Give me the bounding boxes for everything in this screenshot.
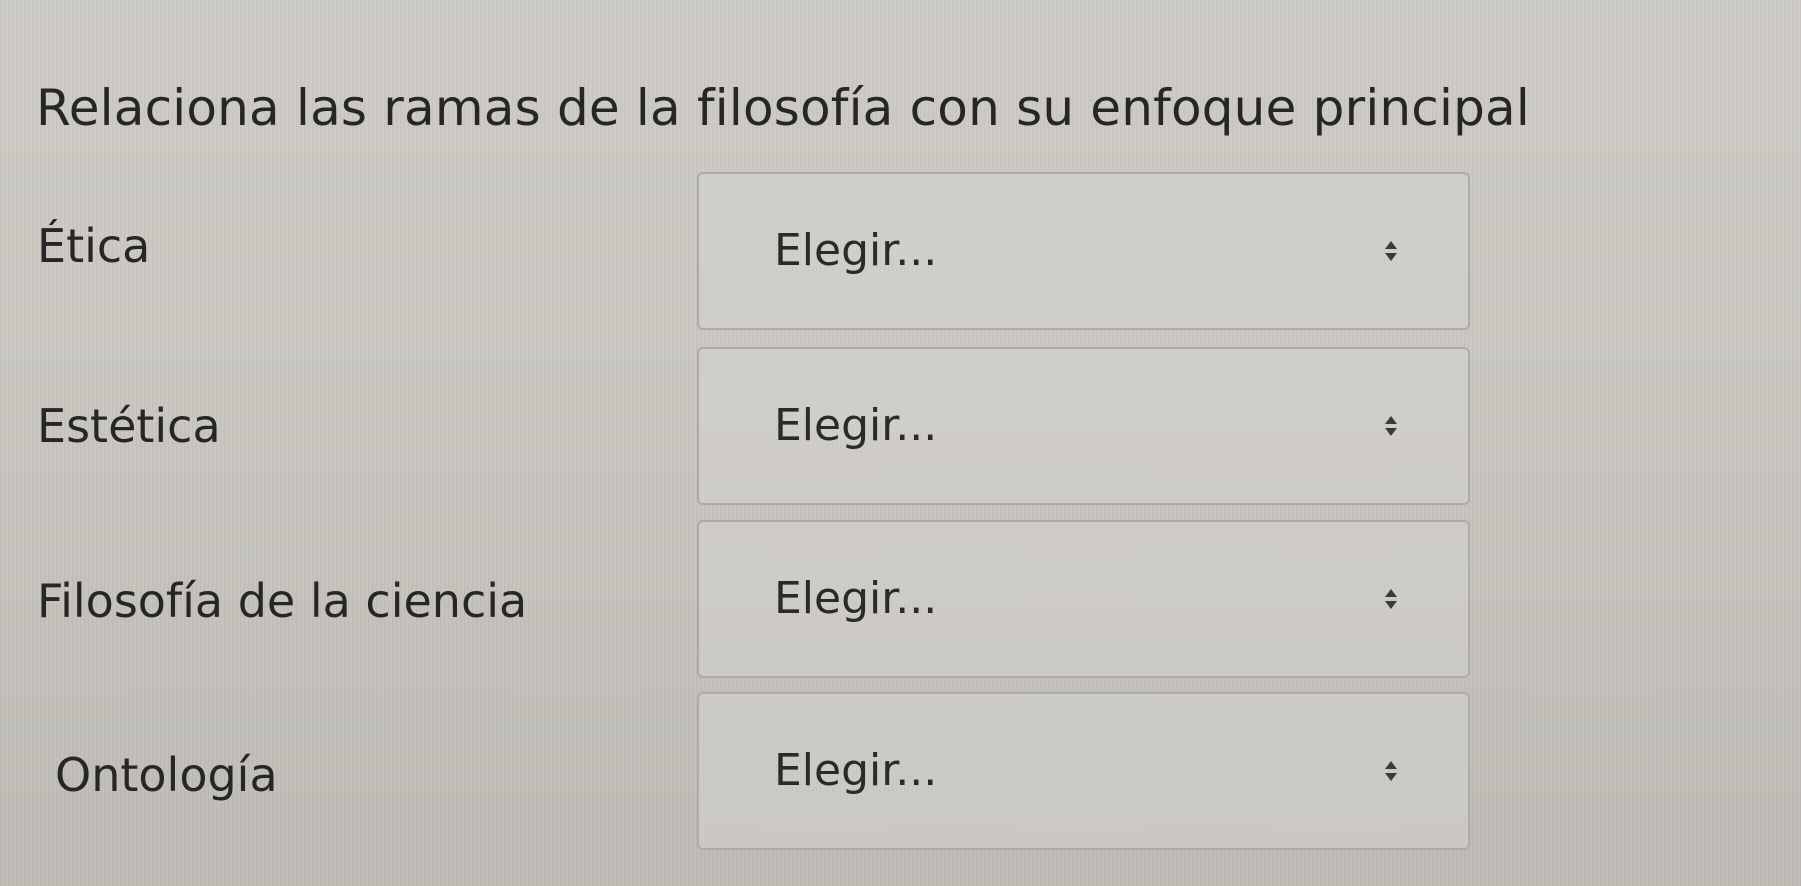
select-value: Elegir... [774,225,938,276]
chevron-up-down-icon [1384,588,1398,610]
chevron-up-down-icon [1384,760,1398,782]
select-value: Elegir... [774,573,938,624]
row-label-ontologia: Ontología [55,748,278,802]
chevron-up-down-icon [1384,415,1398,437]
matching-question: Relaciona las ramas de la filosofía con … [0,0,1801,886]
select-estetica[interactable]: Elegir... [697,347,1470,505]
chevron-up-down-icon [1384,240,1398,262]
question-title: Relaciona las ramas de la filosofía con … [36,79,1530,137]
select-value: Elegir... [774,400,938,451]
select-etica[interactable]: Elegir... [697,172,1470,330]
select-ontologia[interactable]: Elegir... [697,692,1470,850]
row-label-estetica: Estética [37,399,221,453]
row-label-filosofia-de-la-ciencia: Filosofía de la ciencia [37,574,528,628]
select-value: Elegir... [774,745,938,796]
row-label-etica: Ética [37,219,151,273]
select-filosofia-de-la-ciencia[interactable]: Elegir... [697,520,1470,678]
